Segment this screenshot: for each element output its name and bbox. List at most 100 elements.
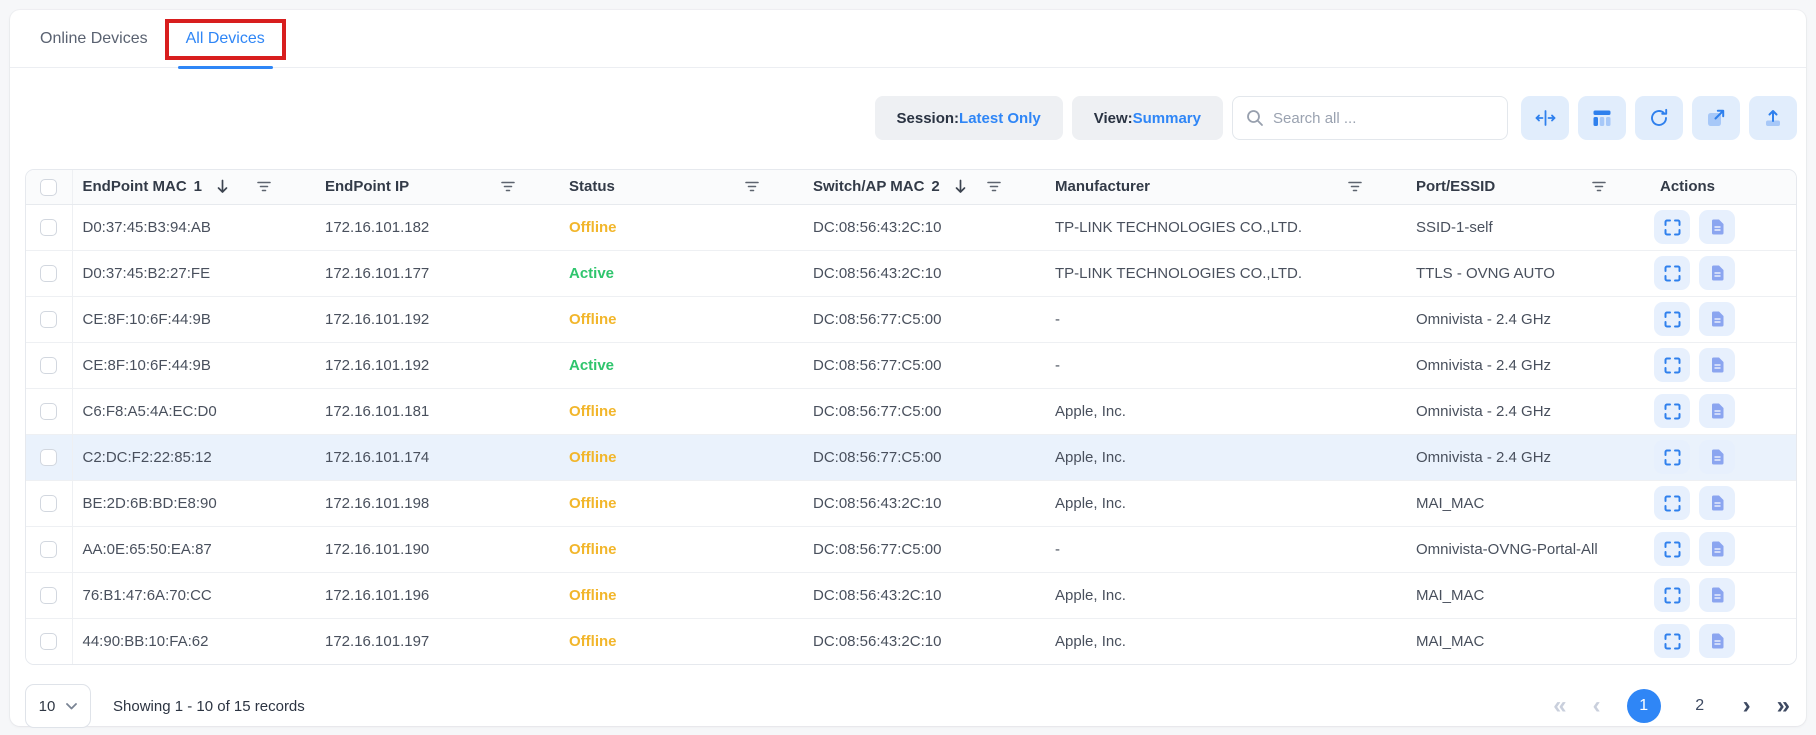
page-button-2[interactable]: 2 xyxy=(1683,689,1717,723)
details-button[interactable] xyxy=(1699,302,1735,336)
first-page-button[interactable]: « xyxy=(1553,694,1566,718)
records-summary: Showing 1 - 10 of 15 records xyxy=(113,698,305,715)
open-external-icon xyxy=(1707,109,1725,127)
prev-page-button[interactable]: ‹ xyxy=(1593,694,1601,718)
expand-row-button[interactable] xyxy=(1654,210,1690,244)
table-row[interactable]: D0:37:45:B2:27:FE172.16.101.177ActiveDC:… xyxy=(26,250,1796,296)
refresh-button[interactable] xyxy=(1635,96,1683,140)
column-header-status[interactable]: Status xyxy=(559,170,803,204)
filter-icon[interactable] xyxy=(1348,181,1362,192)
expand-row-button[interactable] xyxy=(1654,578,1690,612)
document-icon xyxy=(1711,311,1724,327)
details-button[interactable] xyxy=(1699,394,1735,428)
details-button[interactable] xyxy=(1699,256,1735,290)
row-checkbox[interactable] xyxy=(40,265,57,282)
status-cell: Offline xyxy=(559,204,803,250)
column-header-manufacturer[interactable]: Manufacturer xyxy=(1045,170,1406,204)
manufacturer-cell: TP-LINK TECHNOLOGIES CO.,LTD. xyxy=(1045,250,1406,296)
sort-arrow-icon[interactable] xyxy=(216,179,229,194)
status-badge: Offline xyxy=(569,633,617,650)
table-row[interactable]: BE:2D:6B:BD:E8:90172.16.101.198OfflineDC… xyxy=(26,480,1796,526)
switch-ap-mac-cell: DC:08:56:43:2C:10 xyxy=(803,572,1045,618)
view-filter-chip[interactable]: View:Summary xyxy=(1072,96,1223,140)
details-button[interactable] xyxy=(1699,532,1735,566)
status-cell: Offline xyxy=(559,572,803,618)
filter-icon[interactable] xyxy=(987,181,1001,192)
page-size-select[interactable]: 10 xyxy=(25,684,91,728)
status-cell: Offline xyxy=(559,296,803,342)
column-header-endpoint-mac[interactable]: EndPoint MAC1 xyxy=(72,170,315,204)
details-button[interactable] xyxy=(1699,440,1735,474)
row-checkbox[interactable] xyxy=(40,541,57,558)
details-button[interactable] xyxy=(1699,210,1735,244)
table-row[interactable]: AA:0E:65:50:EA:87172.16.101.190OfflineDC… xyxy=(26,526,1796,572)
expand-row-button[interactable] xyxy=(1654,486,1690,520)
columns-button[interactable] xyxy=(1578,96,1626,140)
actions-cell xyxy=(1650,296,1796,342)
fullscreen-icon xyxy=(1664,357,1681,374)
tab-label: Online Devices xyxy=(40,30,148,48)
row-checkbox[interactable] xyxy=(40,587,57,604)
endpoint-ip-cell: 172.16.101.192 xyxy=(315,342,559,388)
document-icon xyxy=(1711,219,1724,235)
expand-columns-button[interactable] xyxy=(1521,96,1569,140)
details-button[interactable] xyxy=(1699,348,1735,382)
filter-icon[interactable] xyxy=(745,181,759,192)
row-checkbox[interactable] xyxy=(40,357,57,374)
details-button[interactable] xyxy=(1699,624,1735,658)
select-all-checkbox[interactable] xyxy=(40,179,57,196)
expand-row-button[interactable] xyxy=(1654,532,1690,566)
expand-row-button[interactable] xyxy=(1654,394,1690,428)
table-row[interactable]: 76:B1:47:6A:70:CC172.16.101.196OfflineDC… xyxy=(26,572,1796,618)
column-header-actions[interactable]: Actions xyxy=(1650,170,1796,204)
tab-online-devices[interactable]: Online Devices xyxy=(40,10,148,67)
filter-icon[interactable] xyxy=(257,181,271,192)
table-row[interactable]: D0:37:45:B3:94:AB172.16.101.182OfflineDC… xyxy=(26,204,1796,250)
table-row[interactable]: CE:8F:10:6F:44:9B172.16.101.192OfflineDC… xyxy=(26,296,1796,342)
select-all-header xyxy=(26,170,72,204)
details-button[interactable] xyxy=(1699,578,1735,612)
filter-icon[interactable] xyxy=(501,181,515,192)
row-checkbox[interactable] xyxy=(40,219,57,236)
last-page-button[interactable]: » xyxy=(1777,694,1790,718)
column-header-switch-ap-mac[interactable]: Switch/AP MAC2 xyxy=(803,170,1045,204)
expand-row-button[interactable] xyxy=(1654,624,1690,658)
expand-row-button[interactable] xyxy=(1654,348,1690,382)
column-header-port-essid[interactable]: Port/ESSID xyxy=(1406,170,1650,204)
port-essid-cell: Omnivista - 2.4 GHz xyxy=(1406,342,1650,388)
session-filter-chip[interactable]: Session:Latest Only xyxy=(875,96,1063,140)
expand-row-button[interactable] xyxy=(1654,256,1690,290)
search-input[interactable] xyxy=(1273,110,1494,127)
page-button-1[interactable]: 1 xyxy=(1627,689,1661,723)
row-checkbox[interactable] xyxy=(40,449,57,466)
row-checkbox[interactable] xyxy=(40,311,57,328)
search-box[interactable] xyxy=(1232,96,1508,140)
document-icon xyxy=(1711,541,1724,557)
details-button[interactable] xyxy=(1699,486,1735,520)
sort-arrow-icon[interactable] xyxy=(954,179,967,194)
view-value: Summary xyxy=(1133,110,1201,127)
table-row[interactable]: C6:F8:A5:4A:EC:D0172.16.101.181OfflineDC… xyxy=(26,388,1796,434)
table-row[interactable]: C2:DC:F2:22:85:12172.16.101.174OfflineDC… xyxy=(26,434,1796,480)
export-button[interactable] xyxy=(1749,96,1797,140)
tab-all-devices[interactable]: All Devices xyxy=(186,10,265,67)
expand-row-button[interactable] xyxy=(1654,440,1690,474)
row-checkbox[interactable] xyxy=(40,633,57,650)
endpoint-mac-cell: 44:90:BB:10:FA:62 xyxy=(72,618,315,664)
table-row[interactable]: 44:90:BB:10:FA:62172.16.101.197OfflineDC… xyxy=(26,618,1796,664)
devices-panel: Online Devices All Devices Session:Lates… xyxy=(10,10,1806,726)
session-value: Latest Only xyxy=(959,110,1041,127)
open-external-button[interactable] xyxy=(1692,96,1740,140)
port-essid-cell: MAI_MAC xyxy=(1406,480,1650,526)
table-row[interactable]: CE:8F:10:6F:44:9B172.16.101.192ActiveDC:… xyxy=(26,342,1796,388)
column-header-endpoint-ip[interactable]: EndPoint IP xyxy=(315,170,559,204)
status-badge: Offline xyxy=(569,541,617,558)
row-checkbox[interactable] xyxy=(40,495,57,512)
row-checkbox[interactable] xyxy=(40,403,57,420)
document-icon xyxy=(1711,587,1724,603)
expand-row-button[interactable] xyxy=(1654,302,1690,336)
next-page-button[interactable]: › xyxy=(1743,694,1751,718)
row-select-cell xyxy=(26,388,72,434)
status-cell: Offline xyxy=(559,618,803,664)
filter-icon[interactable] xyxy=(1592,181,1606,192)
